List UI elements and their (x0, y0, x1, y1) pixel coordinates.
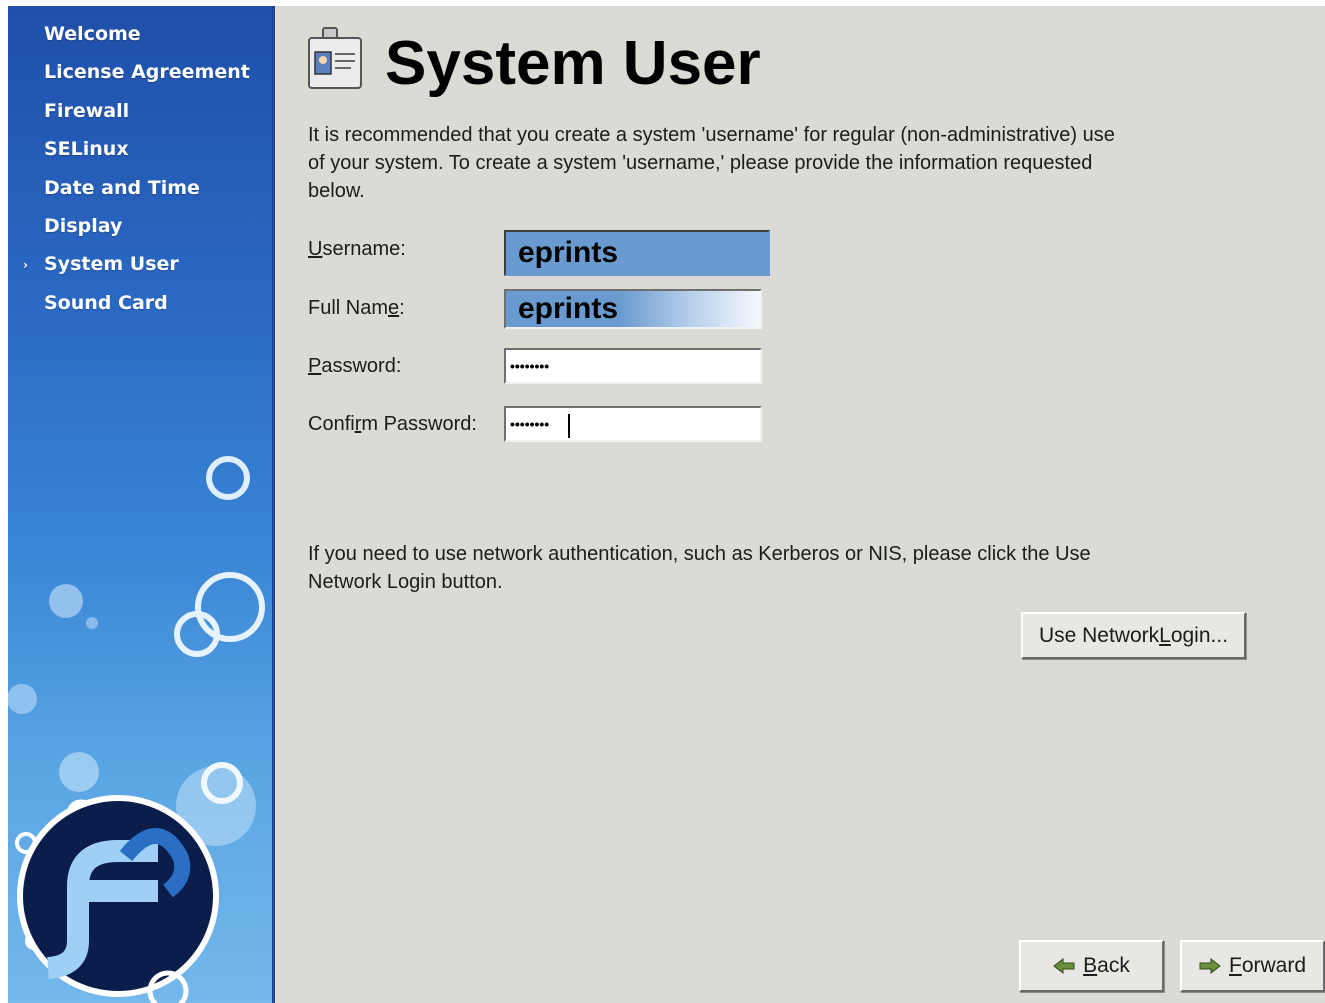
sidebar-item-label: License Agreement (44, 61, 250, 84)
sidebar-item-sound-card: Sound Card (8, 293, 250, 331)
confirm-password-field[interactable] (504, 406, 762, 442)
id-badge-icon (308, 27, 362, 89)
sidebar-item-system-user: › System User (8, 254, 250, 292)
button-mnemonic: L (1159, 623, 1171, 647)
arrow-right-icon (1199, 958, 1221, 974)
sidebar-item-label: Display (44, 214, 123, 237)
sidebar-item-firewall: Firewall (8, 101, 250, 139)
button-label: ogin... (1170, 623, 1229, 647)
bubble (86, 617, 98, 629)
button-mnemonic: B (1083, 954, 1098, 977)
arrow-left-icon (1053, 958, 1075, 974)
username-label: Username: (308, 238, 406, 260)
bubble (206, 456, 250, 500)
bubble (59, 752, 99, 792)
button-label: Use Network (1038, 623, 1160, 647)
back-button[interactable]: Back (1019, 940, 1164, 992)
step-list: Welcome License Agreement Firewall SELin… (8, 24, 250, 331)
current-step-arrow-icon: › (23, 258, 28, 273)
confirm-password-input[interactable] (506, 408, 760, 440)
bubble (8, 684, 37, 714)
sidebar-item-display: Display (8, 216, 250, 254)
sidebar-item-license-agreement: License Agreement (8, 62, 250, 100)
main-content: System User It is recommended that you c… (275, 6, 1325, 1003)
sidebar-item-date-and-time: Date and Time (8, 178, 250, 216)
page-title: System User (385, 29, 761, 98)
network-auth-text: If you need to use network authenticatio… (308, 543, 1091, 593)
sidebar-item-welcome: Welcome (8, 24, 250, 62)
button-label: ack (1097, 954, 1130, 977)
sidebar: Welcome License Agreement Firewall SELin… (8, 6, 275, 1003)
sidebar-item-label: Welcome (44, 23, 141, 45)
fullname-field[interactable] (504, 289, 762, 329)
username-input[interactable] (506, 232, 768, 274)
confirm-password-label: Confirm Password: (308, 413, 477, 435)
bubble (49, 584, 83, 618)
button-label: orward (1241, 954, 1307, 977)
sidebar-item-selinux: SELinux (8, 139, 250, 177)
sidebar-item-label: System User (44, 253, 179, 276)
fedora-logo-icon (17, 795, 219, 997)
fullname-input[interactable] (506, 291, 760, 327)
username-field[interactable] (504, 230, 770, 276)
sidebar-item-label: Date and Time (44, 176, 200, 199)
text-caret (568, 414, 570, 438)
forward-button[interactable]: Forward (1180, 940, 1325, 992)
password-label: Password: (308, 355, 402, 377)
password-input[interactable] (506, 350, 760, 382)
sidebar-item-label: Firewall (44, 99, 130, 122)
fullname-label: Full Name: (308, 297, 405, 319)
sidebar-item-label: SELinux (44, 138, 129, 161)
sidebar-item-label: Sound Card (44, 291, 168, 314)
bubble (195, 572, 265, 642)
password-field[interactable] (504, 348, 762, 384)
intro-text: It is recommended that you create a syst… (308, 124, 1115, 202)
button-mnemonic: F (1228, 954, 1242, 977)
use-network-login-button[interactable]: Use Network Login... (1021, 612, 1246, 659)
